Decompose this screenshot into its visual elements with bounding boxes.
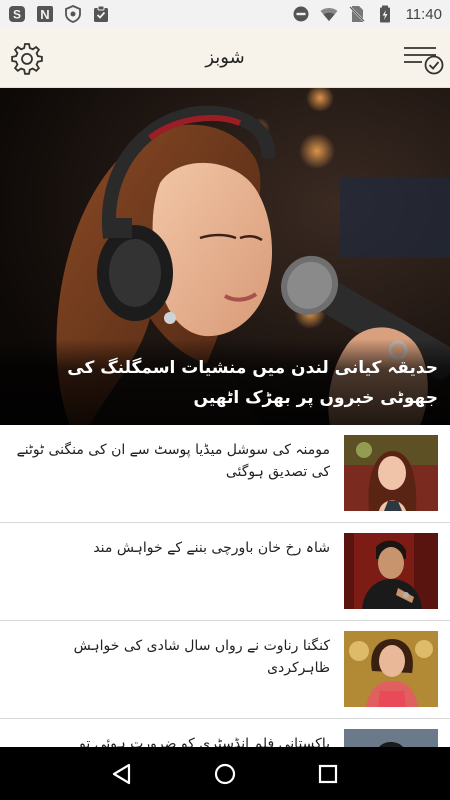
app-bar: شوبز	[0, 28, 450, 88]
news-title: شاہ رخ خان باورچی بننے کے خواہش مند	[93, 540, 330, 556]
news-item[interactable]: شاہ رخ خان باورچی بننے کے خواہش مند	[0, 523, 450, 621]
hero-caption: حدیقہ کیانی لندن میں منشیات اسمگلنگ کی ج…	[0, 339, 450, 425]
status-time: 11:40	[405, 5, 442, 23]
screen: S N 11:40 شوبز حدیقہ کیانی لندن میں منشی…	[0, 0, 450, 800]
svg-text:N: N	[40, 7, 49, 22]
status-bar: S N 11:40	[0, 0, 450, 28]
status-left-icons: S N	[8, 5, 110, 23]
dnd-icon	[293, 6, 309, 22]
news-item[interactable]: مومنہ کی سوشل میڈیا پوسٹ سے ان کی منگنی …	[0, 425, 450, 523]
settings-icon[interactable]	[10, 41, 44, 75]
n-icon: N	[37, 6, 53, 22]
news-item[interactable]: کنگنا رناوت نے رواں سال شادی کی خواہش ظا…	[0, 621, 450, 719]
news-list: مومنہ کی سوشل میڈیا پوسٹ سے ان کی منگنی …	[0, 425, 450, 800]
news-thumbnail	[344, 533, 438, 609]
hero-article[interactable]: حدیقہ کیانی لندن میں منشیات اسمگلنگ کی ج…	[0, 88, 450, 425]
hero-title[interactable]: حدیقہ کیانی لندن میں منشیات اسمگلنگ کی ج…	[12, 353, 438, 413]
battery-icon	[379, 5, 390, 23]
category-list-icon[interactable]	[402, 41, 446, 75]
svg-text:S: S	[13, 8, 21, 22]
home-icon[interactable]	[212, 761, 238, 787]
news-thumbnail	[344, 631, 438, 707]
clipboard-icon	[94, 5, 108, 22]
page-title: شوبز	[205, 47, 245, 68]
news-title: کنگنا رناوت نے رواں سال شادی کی خواہش ظا…	[73, 638, 330, 676]
back-icon[interactable]	[109, 761, 135, 787]
news-thumbnail	[344, 435, 438, 511]
shield-icon	[65, 5, 81, 23]
no-sim-icon	[348, 6, 365, 22]
news-title: مومنہ کی سوشل میڈیا پوسٹ سے ان کی منگنی …	[16, 442, 330, 480]
skype-icon: S	[9, 6, 25, 22]
status-right-icons: 11:40	[292, 5, 442, 23]
recents-icon[interactable]	[315, 761, 341, 787]
navigation-bar	[0, 747, 450, 800]
wifi-icon	[320, 8, 338, 21]
